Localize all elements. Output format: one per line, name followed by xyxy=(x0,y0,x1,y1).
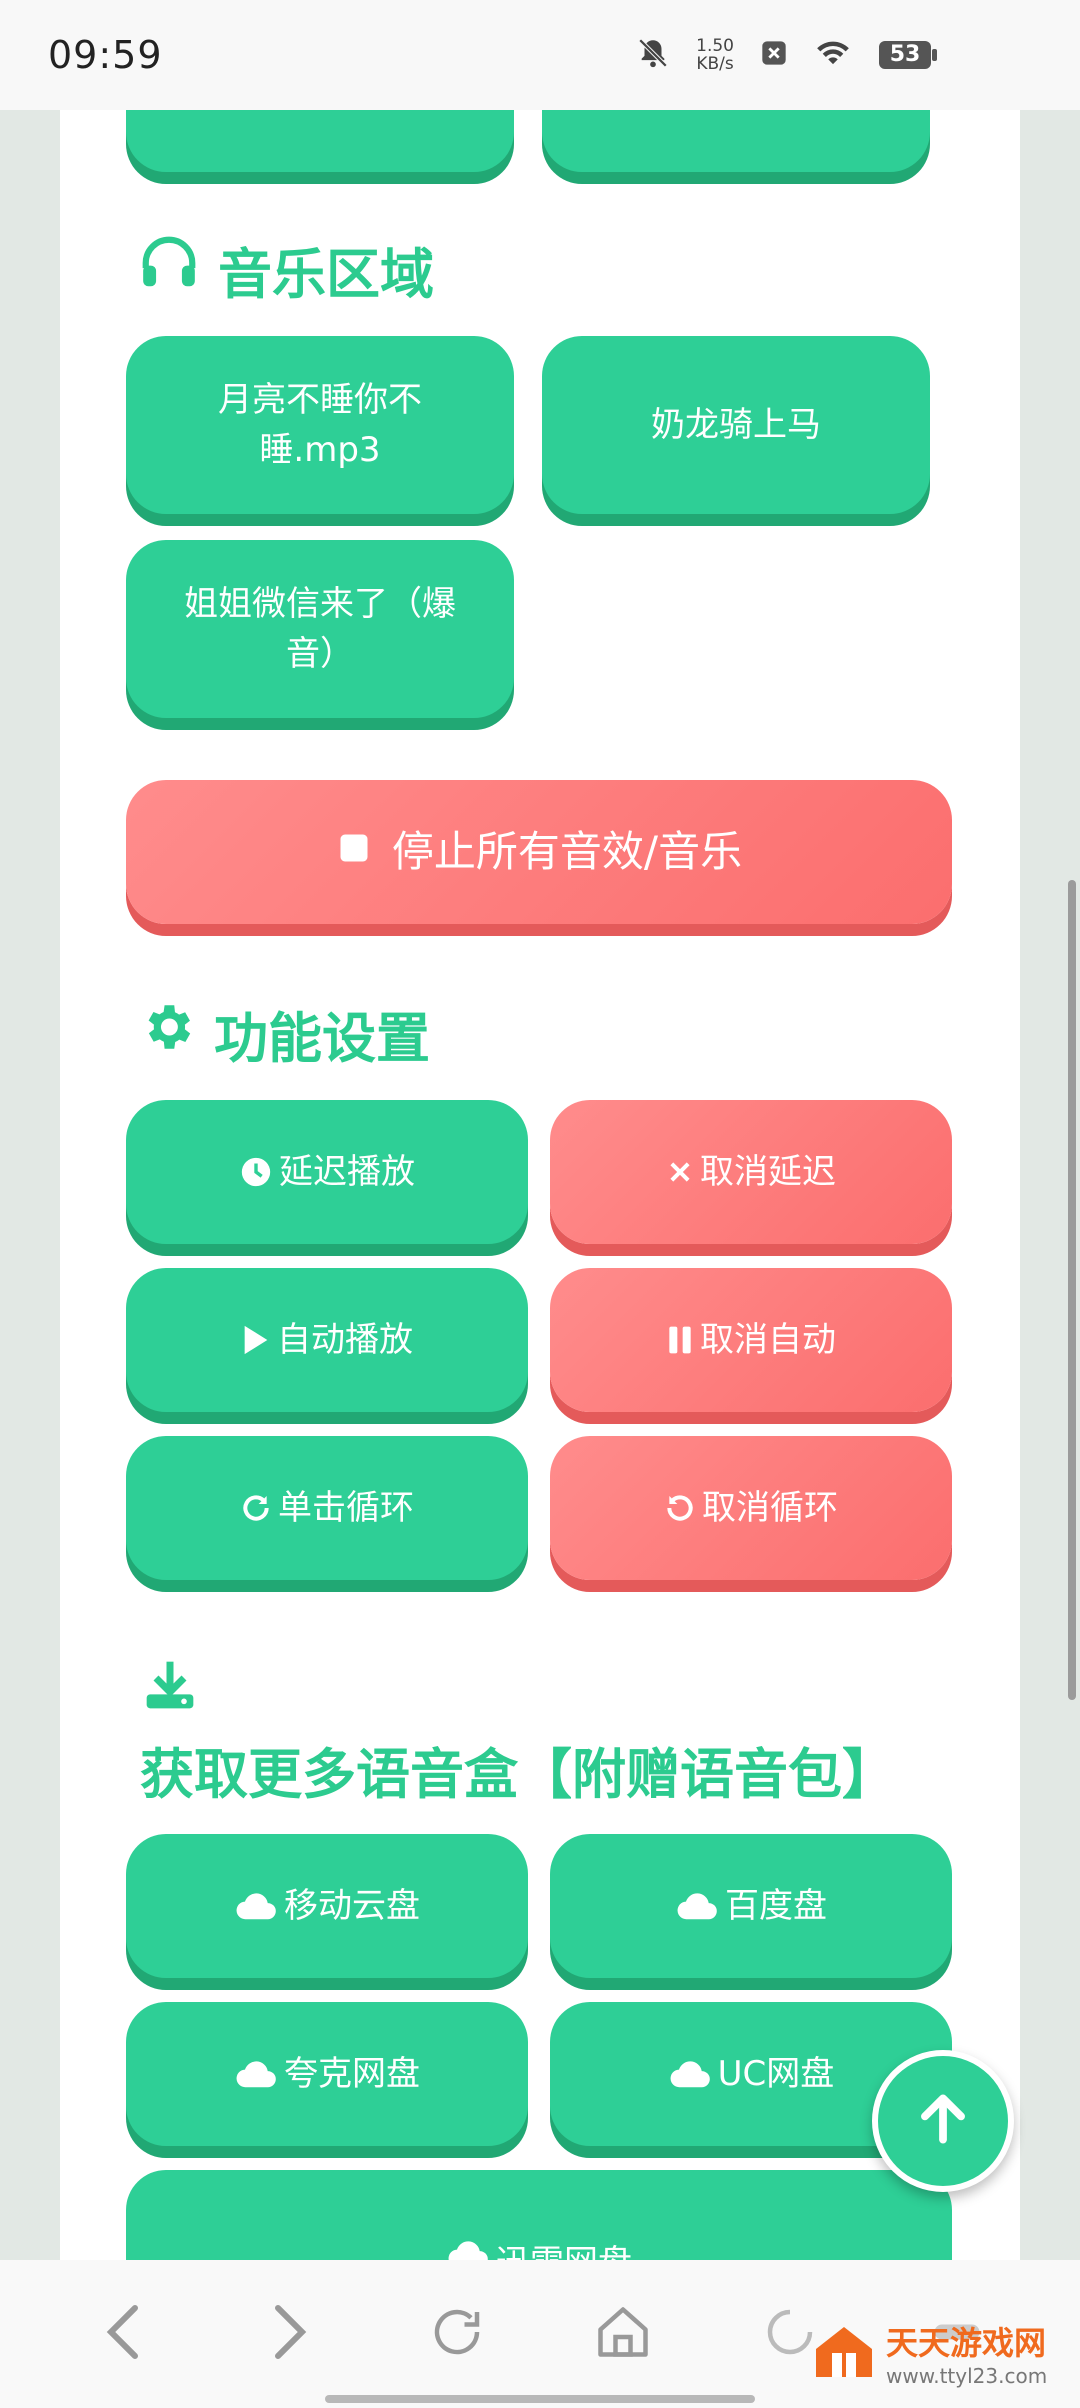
cloud-icon xyxy=(234,1890,278,1922)
tabs-icon xyxy=(760,2302,820,2366)
status-icons: 1.50 KB/s 53 xyxy=(636,36,938,74)
stop-all-button[interactable]: 停止所有音效/音乐 xyxy=(126,780,952,924)
watermark-text: 天天游戏网 www.ttyl23.com xyxy=(886,2324,1048,2388)
redo-icon xyxy=(240,1492,272,1524)
forward-button[interactable] xyxy=(250,2294,330,2374)
refresh-icon xyxy=(427,2302,487,2366)
headphones-icon xyxy=(138,232,200,307)
music-button[interactable]: 姐姐微信来了（爆音） xyxy=(126,540,514,718)
content-card: 音乐区域 月亮不睡你不睡.mp3 奶龙骑上马 姐姐微信来了（爆音） 停止所有音效… xyxy=(60,110,1020,2260)
home-indicator[interactable] xyxy=(325,2395,755,2403)
gear-icon xyxy=(138,998,196,1069)
cancel-delay-button[interactable]: 取消延迟 xyxy=(550,1100,952,1244)
refresh-button[interactable] xyxy=(417,2294,497,2374)
download-icon xyxy=(142,1656,198,1718)
function-section-title: 功能设置 xyxy=(138,994,430,1073)
cloud-icon xyxy=(446,2238,490,2260)
play-icon xyxy=(241,1323,271,1357)
home-button[interactable] xyxy=(583,2294,663,2374)
wifi-icon xyxy=(814,38,852,72)
undo-icon xyxy=(664,1492,696,1524)
back-button[interactable] xyxy=(83,2294,163,2374)
loop-button[interactable]: 单击循环 xyxy=(126,1436,528,1580)
partial-button-right[interactable] xyxy=(542,110,930,172)
battery-icon: 53 xyxy=(878,39,938,71)
stop-icon xyxy=(336,827,372,877)
cancel-loop-button[interactable]: 取消循环 xyxy=(550,1436,952,1580)
back-to-top-button[interactable] xyxy=(872,2050,1014,2192)
xunlei-button[interactable]: 迅雷网盘 xyxy=(126,2170,952,2260)
music-button[interactable]: 月亮不睡你不睡.mp3 xyxy=(126,336,514,514)
baidu-button[interactable]: 百度盘 xyxy=(550,1834,952,1978)
autoplay-button[interactable]: 自动播放 xyxy=(126,1268,528,1412)
status-time: 09:59 xyxy=(48,33,163,77)
house-logo-icon xyxy=(812,2321,876,2385)
chevron-right-icon xyxy=(270,2302,310,2366)
home-icon xyxy=(593,2302,653,2366)
watermark-logo: 天天游戏网 www.ttyl23.com xyxy=(812,2318,1047,2388)
cloud-icon xyxy=(668,2058,712,2090)
delay-play-button[interactable]: 延迟播放 xyxy=(126,1100,528,1244)
chevron-left-icon xyxy=(103,2302,143,2366)
pause-icon xyxy=(666,1324,694,1356)
status-bar: 09:59 1.50 KB/s 53 xyxy=(0,0,1080,110)
bell-off-icon xyxy=(636,36,670,74)
scrollbar[interactable] xyxy=(1068,880,1076,1700)
clock-icon xyxy=(239,1155,273,1189)
music-button[interactable]: 奶龙骑上马 xyxy=(542,336,930,514)
close-box-icon xyxy=(760,39,788,71)
arrow-up-icon xyxy=(912,2088,974,2154)
quark-button[interactable]: 夸克网盘 xyxy=(126,2002,528,2146)
mobile-cloud-button[interactable]: 移动云盘 xyxy=(126,1834,528,1978)
net-speed: 1.50 KB/s xyxy=(696,36,734,74)
cloud-icon xyxy=(234,2058,278,2090)
partial-button-left[interactable] xyxy=(126,110,514,172)
cancel-auto-button[interactable]: 取消自动 xyxy=(550,1268,952,1412)
more-section-title: 获取更多语音盒【附赠语音包】 xyxy=(140,1743,896,1806)
cloud-icon xyxy=(675,1890,719,1922)
music-section-title: 音乐区域 xyxy=(138,230,434,309)
close-icon xyxy=(666,1158,694,1186)
